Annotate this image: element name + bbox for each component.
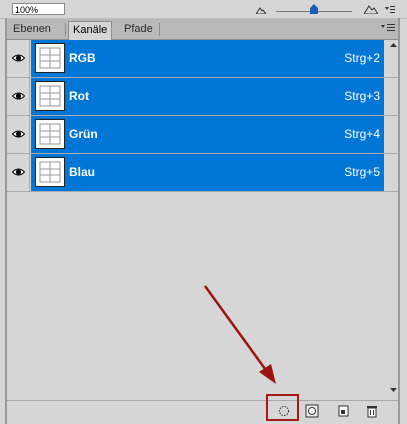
- trash-icon[interactable]: [365, 404, 379, 418]
- channels-bottom-toolbar: [7, 400, 398, 421]
- save-selection-as-channel-icon[interactable]: [305, 404, 319, 418]
- highlight-box: [266, 394, 299, 421]
- annotation-arrow: [203, 285, 276, 384]
- new-channel-icon[interactable]: [336, 404, 350, 418]
